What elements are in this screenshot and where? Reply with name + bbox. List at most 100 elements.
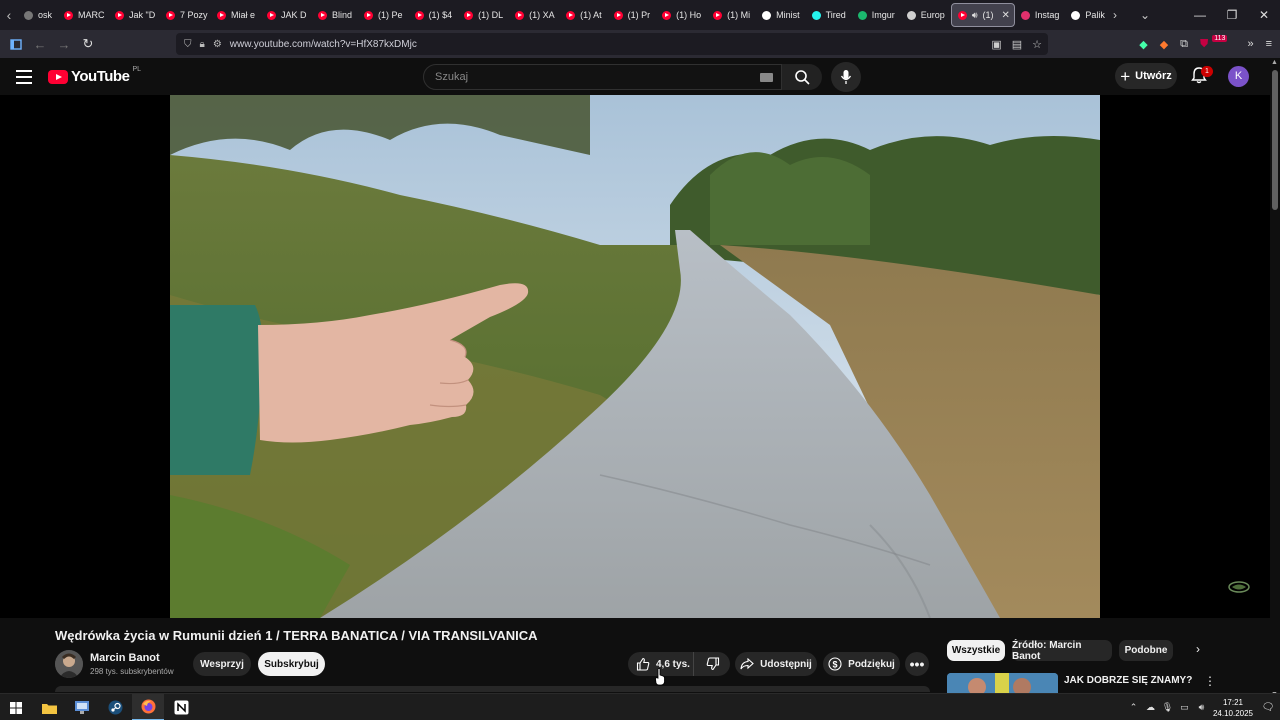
channel-watermark-icon[interactable]	[1228, 580, 1250, 594]
guide-menu-icon[interactable]	[16, 70, 32, 88]
show-hidden-icons-icon[interactable]: ⌃	[1125, 702, 1142, 713]
tab-scroll-left-button[interactable]: ‹	[0, 0, 18, 30]
thanks-button[interactable]: $ Podziękuj	[823, 652, 900, 676]
chip-all[interactable]: Wszystkie	[947, 640, 1005, 661]
share-button[interactable]: Udostępnij	[735, 652, 817, 676]
taskbar-file-explorer[interactable]	[33, 694, 65, 720]
minimize-button[interactable]: —	[1184, 8, 1216, 22]
browser-tab[interactable]: Minist	[756, 3, 806, 27]
browser-tab[interactable]: 7 Pozy	[160, 3, 211, 27]
taskbar-clock[interactable]: 17:21 24.10.2025	[1210, 697, 1256, 719]
channel-avatar[interactable]	[55, 650, 83, 678]
more-actions-button[interactable]: •••	[905, 652, 929, 676]
browser-tab[interactable]: Miał e	[211, 3, 261, 27]
taskbar-firefox[interactable]	[132, 694, 164, 720]
vpn-extension-icon[interactable]: ◆	[1139, 38, 1147, 51]
dislike-button[interactable]	[695, 652, 730, 676]
browser-tab-strip: ‹ osk MARC Jak "D 7 Pozy Miał e JAK D Blind (1)…	[0, 0, 1280, 30]
keyboard-icon[interactable]	[760, 73, 773, 82]
tab-list: osk MARC Jak "D 7 Pozy Miał e JAK D Blind (1) P…	[18, 0, 1111, 30]
chip-similar[interactable]: Podobne	[1119, 640, 1173, 661]
search-box[interactable]	[423, 64, 782, 90]
steam-icon	[108, 700, 122, 715]
browser-tab[interactable]: 🔊︎ (1) ✕	[950, 3, 1015, 27]
video-frame[interactable]	[170, 95, 1100, 618]
reader-mode-icon[interactable]: ▤	[1012, 38, 1022, 51]
notion-icon	[174, 700, 188, 715]
support-button[interactable]: Wesprzyj	[193, 652, 251, 676]
recommended-video-title[interactable]: JAK DOBRZE SIĘ ZNAMY?	[1064, 675, 1192, 686]
sidebar-toggle-icon[interactable]	[4, 30, 28, 58]
search-input[interactable]	[435, 71, 745, 83]
youtube-favicon-icon	[613, 10, 623, 20]
overflow-menu-icon[interactable]: »	[1247, 38, 1253, 50]
browser-tab[interactable]: (1) $4	[409, 3, 459, 27]
search-button[interactable]	[782, 64, 822, 90]
volume-icon[interactable]: 🔊︎	[1193, 702, 1210, 713]
chip-source-channel[interactable]: Źródło: Marcin Banot	[1012, 640, 1112, 662]
tab-close-icon[interactable]: ✕	[1002, 10, 1010, 21]
forward-button[interactable]: →	[52, 30, 76, 58]
browser-tab[interactable]: Jak "D	[109, 3, 160, 27]
tracking-shield-icon[interactable]: ⛉	[184, 39, 192, 50]
scroll-up-arrow-icon[interactable]: ▲	[1271, 59, 1278, 66]
notification-center-icon[interactable]: 🗨︎	[1256, 702, 1280, 713]
channel-name[interactable]: Marcin Banot	[90, 652, 160, 664]
microphone-tray-icon[interactable]: 🎙︎	[1159, 702, 1176, 713]
page-scrollbar[interactable]: ▲ ▼	[1270, 58, 1280, 698]
recommended-video-thumbnail[interactable]	[947, 673, 1058, 693]
recommended-more-menu-icon[interactable]: ⋮	[1204, 674, 1216, 688]
url-text[interactable]: www.youtube.com/watch?v=HfX87kxDMjc	[230, 39, 417, 50]
create-button[interactable]: + Utwórz	[1115, 63, 1177, 89]
start-button[interactable]	[0, 694, 32, 720]
network-icon[interactable]: ▭	[1176, 702, 1193, 713]
video-player[interactable]	[0, 95, 1270, 618]
account-avatar[interactable]: K	[1228, 66, 1249, 87]
onedrive-cloud-icon[interactable]: ☁	[1142, 702, 1159, 713]
close-window-button[interactable]: ✕	[1248, 8, 1280, 22]
scrollbar-thumb[interactable]	[1272, 70, 1278, 210]
bookmark-star-icon[interactable]: ☆	[1032, 38, 1042, 51]
browser-tab[interactable]: (1) XA	[509, 3, 560, 27]
taskbar-notion[interactable]	[165, 694, 197, 720]
back-button[interactable]: ←	[28, 30, 52, 58]
chips-next-arrow-icon[interactable]: ›	[1188, 642, 1208, 660]
tab-audio-icon[interactable]: 🔊︎	[972, 10, 978, 21]
browser-tab[interactable]: (1) Pe	[358, 3, 409, 27]
browser-tab[interactable]: osk	[18, 3, 58, 27]
description-box[interactable]	[55, 686, 930, 692]
browser-tab[interactable]: (1) Pr	[608, 3, 657, 27]
list-all-tabs-button[interactable]: ⌄	[1130, 8, 1160, 22]
taskbar-app-generic[interactable]	[66, 694, 98, 720]
browser-tab[interactable]: (1) At	[560, 3, 608, 27]
fox-extension-icon[interactable]: ◆	[1160, 38, 1168, 51]
browser-tab[interactable]: Instag	[1015, 3, 1066, 27]
pip-icon[interactable]: ▣	[991, 38, 1001, 51]
extensions-puzzle-icon[interactable]: ⧉	[1180, 38, 1188, 51]
browser-tab[interactable]: MARC	[58, 3, 109, 27]
taskbar-steam[interactable]	[99, 694, 131, 720]
app-menu-icon[interactable]: ≡	[1266, 38, 1272, 50]
tab-scroll-right-button[interactable]: ›	[1100, 8, 1130, 22]
youtube-favicon-icon	[364, 10, 374, 20]
browser-tab-label: Jak "D	[129, 10, 156, 20]
browser-tab-label: (1)	[982, 10, 994, 20]
browser-tab[interactable]: Tired	[806, 3, 852, 27]
ublock-badge: 113	[1212, 34, 1228, 42]
youtube-logo[interactable]: YouTube PL	[48, 66, 141, 85]
permissions-icon[interactable]: ⚙	[213, 39, 222, 50]
lock-icon[interactable]: 🔒︎	[200, 39, 205, 50]
reload-button[interactable]: ↻	[76, 30, 100, 58]
voice-search-button[interactable]	[831, 62, 861, 92]
browser-tab[interactable]: (1) DL	[458, 3, 509, 27]
browser-tab[interactable]: JAK D	[261, 3, 312, 27]
browser-tab[interactable]: Imgur	[852, 3, 901, 27]
url-bar[interactable]: ⛉ 🔒︎ ⚙ www.youtube.com/watch?v=HfX87kxDM…	[176, 33, 1048, 55]
browser-tab[interactable]: Blind	[312, 3, 358, 27]
ublock-icon[interactable]: ⛊	[1200, 38, 1208, 51]
browser-tab[interactable]: (1) Mi	[707, 3, 756, 27]
browser-tab[interactable]: (1) Ho	[656, 3, 707, 27]
subscribe-button[interactable]: Subskrybuj	[258, 652, 325, 676]
browser-tab[interactable]: Europ	[901, 3, 951, 27]
maximize-button[interactable]: ❐	[1216, 8, 1248, 22]
